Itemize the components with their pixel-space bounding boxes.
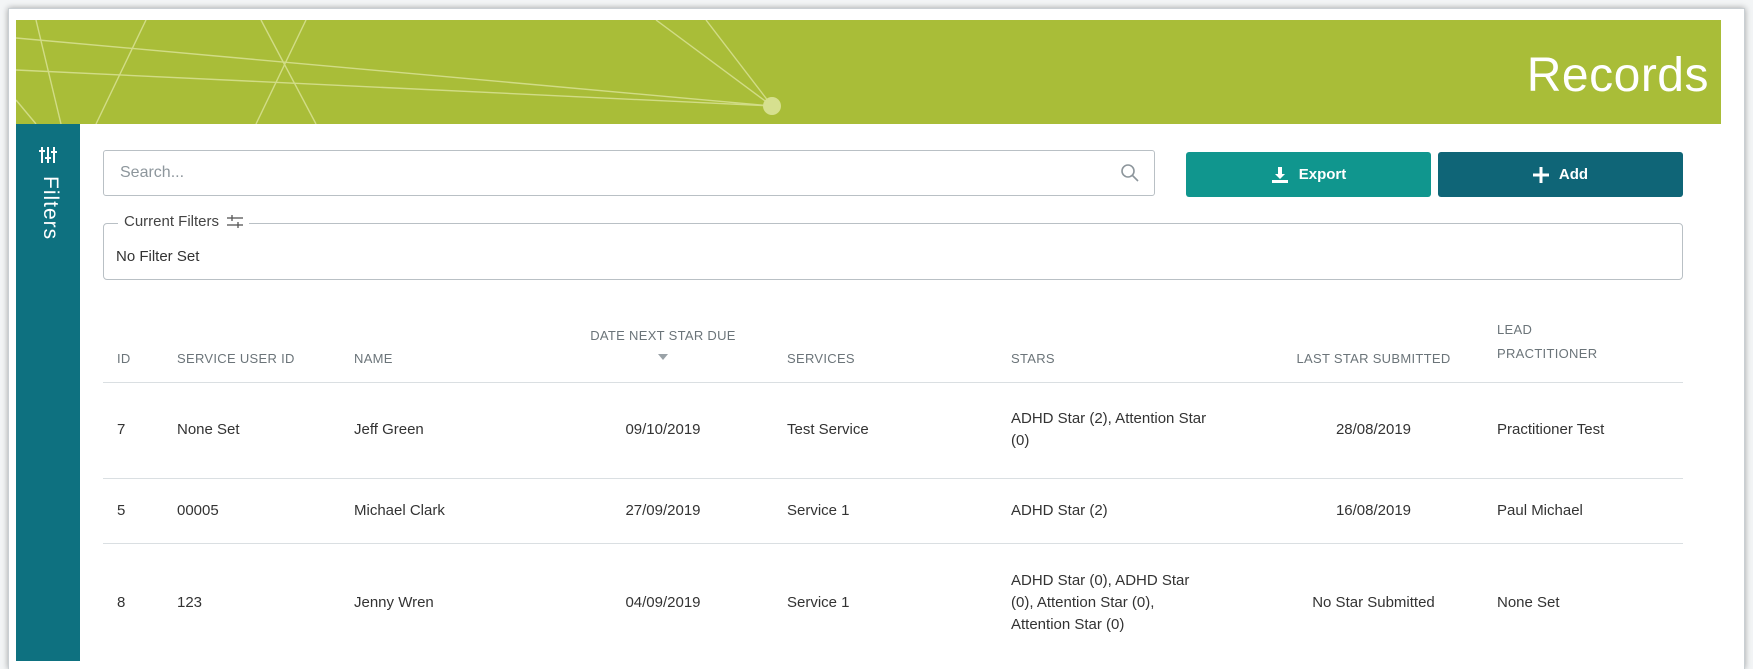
export-button[interactable]: Export — [1186, 152, 1431, 197]
column-header-stars[interactable]: STARS — [1011, 306, 1262, 383]
table-row[interactable]: 8 123 Jenny Wren 04/09/2019 Service 1 AD… — [103, 543, 1683, 663]
cell-services: Service 1 — [759, 478, 1011, 544]
current-filters-value: No Filter Set — [116, 248, 200, 265]
filter-settings-icon[interactable] — [227, 214, 244, 229]
filters-sidebar-toggle[interactable]: Filters — [16, 124, 80, 661]
cell-lead-practitioner-text: Paul Michael — [1497, 501, 1583, 519]
add-button[interactable]: Add — [1438, 152, 1683, 197]
cell-date-next-star-due: 27/09/2019 — [567, 478, 759, 544]
cell-stars-text: ADHD Star (2) — [1011, 501, 1108, 519]
cell-name: Jenny Wren — [354, 594, 434, 612]
column-header-lead-practitioner[interactable]: LEAD PRACTITIONER — [1485, 306, 1683, 383]
cell-lead-practitioner-text: Practitioner Test — [1497, 421, 1605, 438]
page-title: Records — [1526, 49, 1709, 102]
banner-node — [763, 97, 781, 115]
records-table: ID SERVICE USER ID NAME DATE NEXT STAR D… — [103, 306, 1683, 663]
sort-desc-icon — [658, 353, 668, 360]
search-box — [103, 150, 1155, 196]
column-header-services[interactable]: SERVICES — [759, 306, 1011, 383]
column-header-last-star-submitted[interactable]: LAST STAR SUBMITTED — [1262, 306, 1485, 383]
cell-lead-practitioner-text: None Set — [1497, 594, 1560, 612]
cell-lead-practitioner: Paul Michael — [1485, 478, 1683, 544]
cell-id: 5 — [103, 478, 177, 544]
column-header-service-user-id[interactable]: SERVICE USER ID — [177, 306, 354, 383]
cell-name: Jeff Green — [354, 382, 567, 479]
current-filters-panel: Current Filters No Filter Set — [103, 213, 1683, 280]
cell-services: Test Service — [759, 382, 1011, 479]
add-button-label: Add — [1558, 166, 1589, 183]
column-header-name[interactable]: NAME — [354, 306, 567, 383]
cell-stars: ADHD Star (0), ADHD Star (0), Attention … — [1011, 543, 1262, 663]
export-button-label: Export — [1298, 166, 1347, 183]
cell-service-user-id: 00005 — [177, 478, 354, 544]
cell-date-next-star-due: 09/10/2019 — [567, 382, 759, 479]
column-header-id[interactable]: ID — [103, 306, 177, 383]
lead-practitioner-label-line1: LEAD — [1497, 321, 1533, 337]
cell-lead-practitioner: Practitioner Test — [1485, 382, 1683, 479]
cell-stars: ADHD Star (2) — [1011, 478, 1262, 544]
sliders-icon — [39, 147, 57, 163]
current-filters-label: Current Filters — [124, 213, 220, 230]
banner-decoration — [16, 20, 781, 124]
cell-stars: ADHD Star (2), Attention Star (0) — [1011, 382, 1262, 479]
cell-id: 7 — [103, 382, 177, 479]
filters-label: Filters — [39, 176, 62, 241]
download-icon — [1271, 166, 1288, 183]
plus-icon — [1532, 166, 1549, 183]
search-input[interactable] — [120, 164, 1120, 182]
lead-practitioner-label-line2: PRACTITIONER — [1497, 345, 1598, 361]
cell-last-star-submitted: No Star Submitted — [1312, 594, 1435, 612]
cell-name: Michael Clark — [354, 478, 567, 544]
date-next-star-due-label: DATE NEXT STAR DUE — [590, 327, 736, 343]
table-row[interactable]: 5 00005 Michael Clark 27/09/2019 Service… — [103, 478, 1683, 544]
cell-stars-text: ADHD Star (2), Attention Star (0) — [1011, 410, 1207, 449]
current-filters-legend: Current Filters — [118, 213, 250, 230]
page-header-banner: Records — [16, 20, 1721, 124]
cell-service-user-id: None Set — [177, 382, 354, 479]
cell-date-next-star-due: 04/09/2019 — [625, 594, 701, 612]
cell-services: Service 1 — [787, 594, 850, 612]
table-row[interactable]: 7 None Set Jeff Green 09/10/2019 Test Se… — [103, 382, 1683, 479]
cell-id: 8 — [117, 594, 126, 612]
cell-last-star-submitted: 16/08/2019 — [1262, 478, 1485, 544]
cell-lead-practitioner: None Set — [1485, 543, 1683, 663]
cell-service-user-id: 123 — [177, 594, 203, 612]
column-header-date-next-star-due[interactable]: DATE NEXT STAR DUE — [567, 306, 759, 383]
search-icon[interactable] — [1120, 163, 1140, 183]
table-header-row: ID SERVICE USER ID NAME DATE NEXT STAR D… — [103, 306, 1683, 383]
cell-last-star-submitted: 28/08/2019 — [1262, 382, 1485, 479]
cell-stars-text: ADHD Star (0), ADHD Star (0), Attention … — [1011, 572, 1190, 634]
